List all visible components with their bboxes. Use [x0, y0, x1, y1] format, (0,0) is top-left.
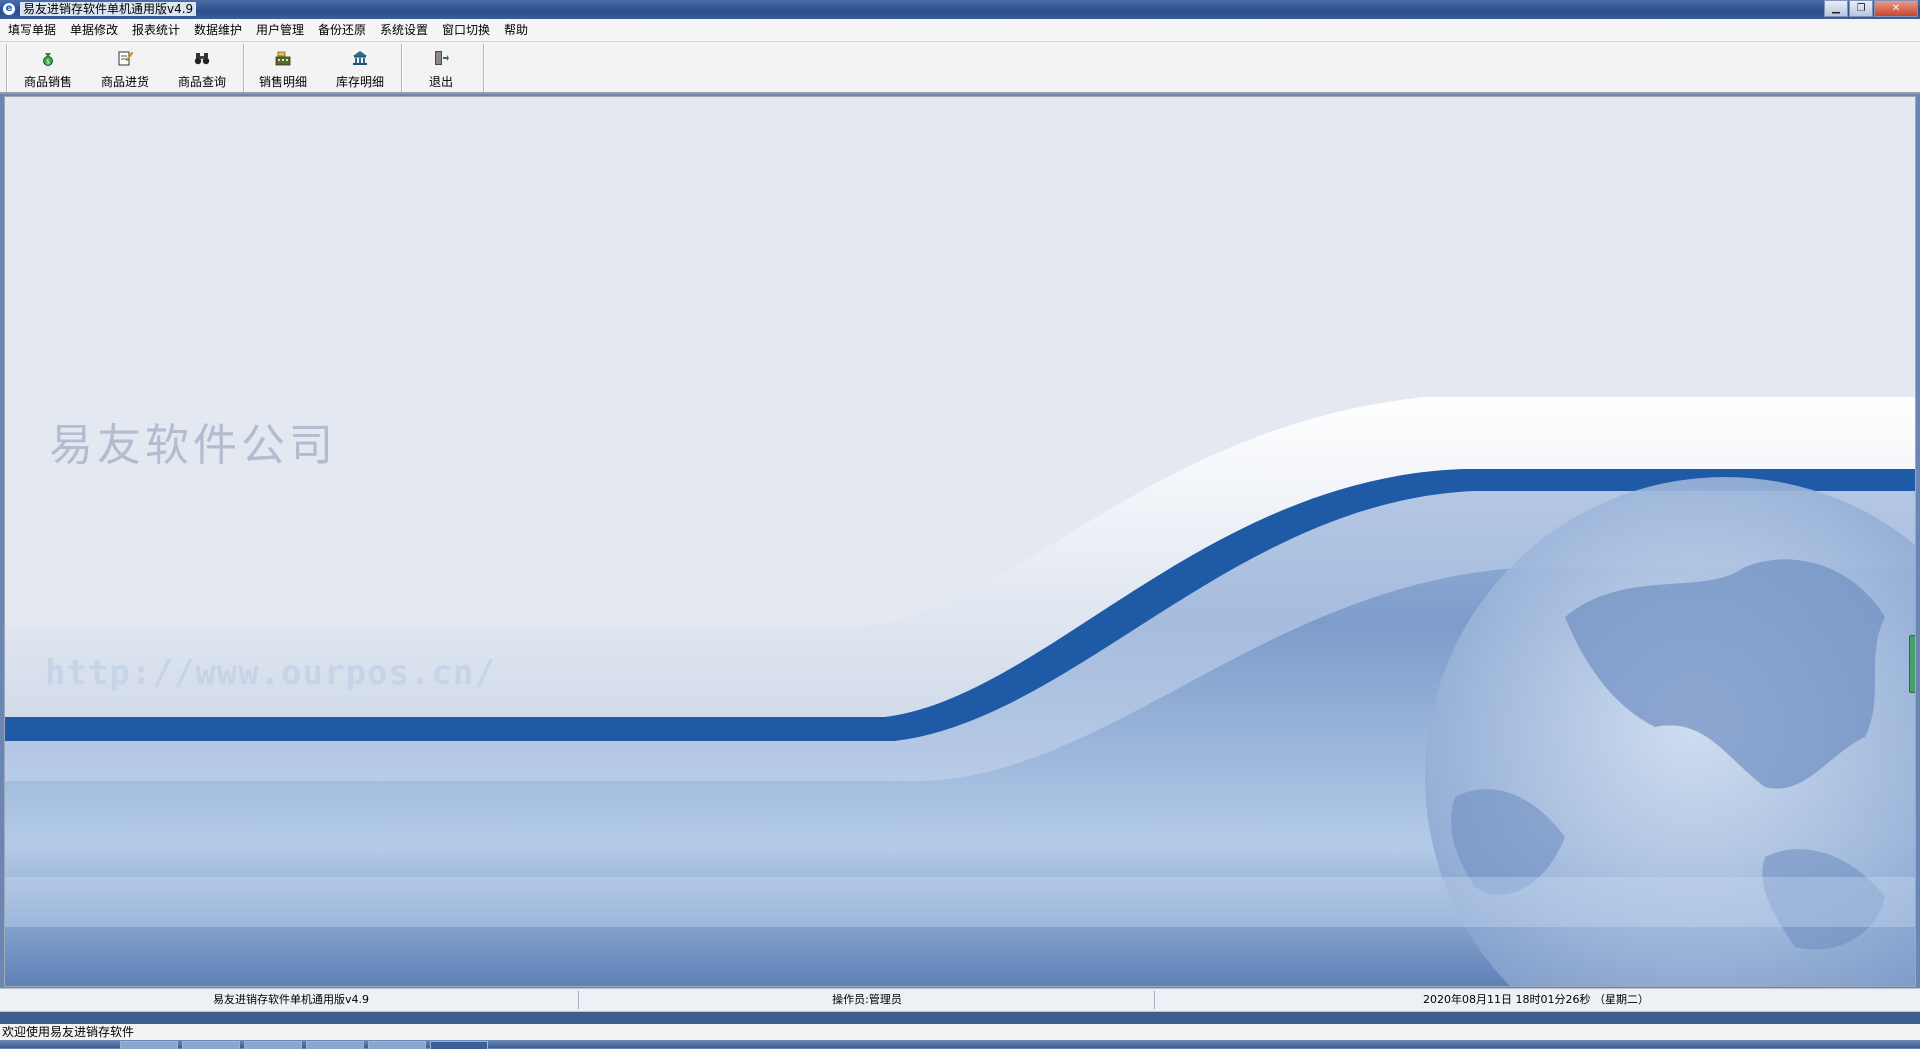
edit-document-icon — [118, 51, 133, 66]
sales-detail-label: 销售明细 — [258, 75, 307, 89]
bank-icon — [353, 51, 367, 65]
menu-edit-documents[interactable]: 单据修改 — [68, 23, 120, 38]
menu-reports[interactable]: 报表统计 — [130, 23, 182, 38]
menu-bar: 填写单据 单据修改 报表统计 数据维护 用户管理 备份还原 系统设置 窗口切换 … — [0, 19, 1920, 42]
toolbar-separator — [6, 44, 8, 92]
status-datetime: 2020年08月11日 18时01分26秒 （星期二） — [1423, 993, 1649, 1006]
window-title: 易友进销存软件单机通用版v4.9 — [20, 2, 197, 16]
svg-text:$: $ — [46, 59, 50, 66]
status-operator: 操作员:管理员 — [580, 991, 1155, 1009]
background-artwork — [5, 97, 1915, 986]
close-button[interactable]: ✕ — [1874, 0, 1918, 17]
menu-fill-documents[interactable]: 填写单据 — [6, 23, 58, 38]
binoculars-icon — [194, 53, 210, 65]
exit-label: 退出 — [428, 75, 453, 89]
app-logo-icon: e — [2, 2, 16, 16]
welcome-bar: 欢迎使用易友进销存软件 — [0, 1024, 1920, 1040]
product-sales-button[interactable]: $ 商品销售 — [12, 44, 84, 92]
menu-backup-restore[interactable]: 备份还原 — [316, 23, 368, 38]
product-purchase-button[interactable]: 商品进货 — [89, 44, 161, 92]
product-purchase-label: 商品进货 — [100, 75, 149, 89]
money-bag-icon: $ — [43, 53, 53, 66]
title-bar: e 易友进销存软件单机通用版v4.9 ▁ ❐ ✕ — [0, 0, 1920, 19]
product-sales-label: 商品销售 — [23, 75, 72, 89]
menu-window-switch[interactable]: 窗口切换 — [440, 23, 492, 38]
toolbar-separator — [243, 44, 245, 92]
sales-detail-button[interactable]: 销售明细 — [247, 44, 319, 92]
minimize-button[interactable]: ▁ — [1824, 0, 1848, 17]
menu-help[interactable]: 帮助 — [502, 23, 530, 38]
restore-button[interactable]: ❐ — [1849, 0, 1873, 17]
exit-door-icon — [435, 51, 449, 65]
inventory-detail-label: 库存明细 — [335, 75, 384, 89]
website-watermark: http://www.ourpos.cn/ — [45, 653, 496, 693]
exit-button[interactable]: 退出 — [405, 44, 477, 92]
company-watermark: 易友软件公司 — [49, 420, 337, 471]
scroll-grip-handle[interactable] — [1909, 635, 1915, 693]
cash-register-icon — [275, 51, 291, 66]
toolbar: $ 商品销售 商品进货 商品查询 销售明细 库存明细 退出 — [0, 42, 1920, 94]
menu-system-settings[interactable]: 系统设置 — [378, 23, 430, 38]
inventory-detail-button[interactable]: 库存明细 — [324, 44, 396, 92]
window-controls: ▁ ❐ ✕ — [1823, 0, 1918, 17]
product-query-label: 商品查询 — [177, 75, 226, 89]
toolbar-separator — [483, 44, 485, 92]
menu-data-maintenance[interactable]: 数据维护 — [192, 23, 244, 38]
menu-user-management[interactable]: 用户管理 — [254, 23, 306, 38]
os-taskbar — [0, 1040, 1920, 1049]
product-query-button[interactable]: 商品查询 — [166, 44, 238, 92]
main-workspace: 易友软件公司 http://www.ourpos.cn/ — [4, 96, 1916, 987]
status-product-name: 易友进销存软件单机通用版v4.9 — [4, 991, 579, 1009]
status-divider — [0, 1012, 1920, 1024]
toolbar-separator — [401, 44, 403, 92]
status-bar: 易友进销存软件单机通用版v4.9 操作员:管理员 2020年08月11日 18时… — [0, 988, 1920, 1012]
welcome-message: 欢迎使用易友进销存软件 — [2, 1025, 135, 1039]
